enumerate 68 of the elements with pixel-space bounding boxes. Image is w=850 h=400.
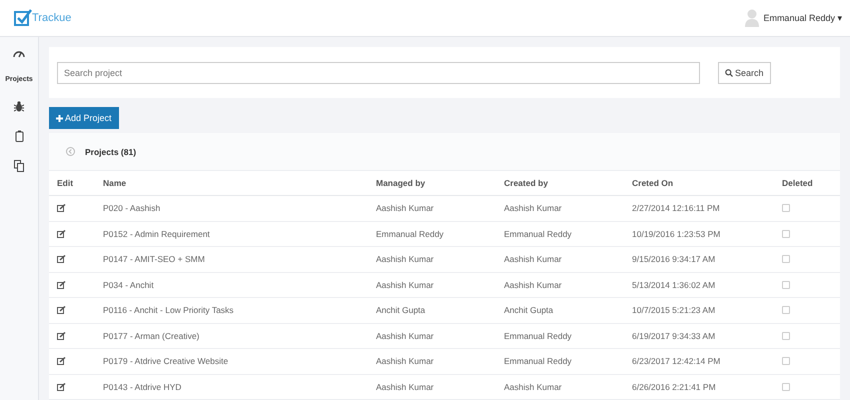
column-header: Edit (49, 171, 95, 196)
table-cell: P034 - Anchit (95, 272, 368, 298)
column-header: Created by (496, 171, 624, 196)
deleted-checkbox[interactable] (782, 255, 790, 264)
table-cell: Anchit Gupta (368, 298, 496, 323)
table-cell: P0179 - Atdrive Creative Website (95, 348, 368, 374)
table-cell: Aashish Kumar (368, 374, 496, 400)
column-header: Deleted (774, 171, 840, 196)
deleted-checkbox[interactable] (782, 332, 790, 340)
deleted-checkbox[interactable] (782, 204, 790, 212)
edit-icon[interactable] (57, 280, 66, 289)
edit-icon[interactable] (57, 332, 66, 340)
table-cell: Aashish Kumar (368, 196, 496, 221)
deleted-checkbox[interactable] (782, 357, 790, 366)
edit-icon[interactable] (57, 382, 66, 391)
table-cell: 10/7/2015 5:21:23 AM (624, 298, 774, 323)
deleted-checkbox[interactable] (782, 230, 790, 238)
clipboard-icon[interactable] (14, 130, 24, 142)
add-project-button[interactable]: Add Project (49, 107, 119, 129)
gauge-icon[interactable] (13, 50, 25, 58)
edit-icon[interactable] (57, 306, 66, 314)
table-cell: 2/27/2014 12:16:11 PM (624, 196, 774, 221)
search-button[interactable]: Search (718, 62, 771, 84)
edit-icon[interactable] (57, 204, 66, 212)
checkbox-logo-icon (14, 9, 32, 27)
table-cell: Aashish Kumar (496, 272, 624, 298)
table-cell: Anchit Gupta (496, 298, 624, 323)
column-header: Creted On (624, 171, 774, 196)
edit-icon[interactable] (57, 230, 66, 238)
table-cell: 9/15/2016 9:34:17 AM (624, 246, 774, 272)
panel-title: Projects (81) (85, 146, 136, 156)
table-cell: 6/19/2017 9:34:33 AM (624, 323, 774, 348)
table-cell: Aashish Kumar (368, 323, 496, 348)
table-cell: P0116 - Anchit - Low Priority Tasks (95, 298, 368, 323)
table-cell: Emmanual Reddy (496, 323, 624, 348)
user-menu[interactable]: Emmanual Reddy ▾ (763, 12, 842, 24)
table-cell: Emmanual Reddy (368, 221, 496, 246)
search-icon (725, 68, 733, 76)
table-cell: 6/26/2016 2:21:41 PM (624, 374, 774, 400)
deleted-checkbox[interactable] (782, 306, 790, 314)
table-cell: Aashish Kumar (368, 348, 496, 374)
deleted-checkbox[interactable] (782, 280, 790, 289)
table-cell: P0177 - Arman (Creative) (95, 323, 368, 348)
user-avatar-icon (745, 9, 760, 27)
bug-icon[interactable] (14, 101, 24, 112)
table-cell: Aashish Kumar (496, 374, 624, 400)
table-cell: Aashish Kumar (496, 196, 624, 221)
edit-icon[interactable] (57, 255, 66, 264)
edit-icon[interactable] (57, 357, 66, 366)
table-cell: Aashish Kumar (496, 246, 624, 272)
table-cell: P0143 - Atdrive HYD (95, 374, 368, 400)
table-cell: 10/19/2016 1:23:53 PM (624, 221, 774, 246)
search-field[interactable]: Search project (57, 62, 700, 84)
plus-icon (56, 114, 63, 122)
table-cell: Emmanual Reddy (496, 348, 624, 374)
table-cell: 6/23/2017 12:42:14 PM (624, 348, 774, 374)
column-header: Name (95, 171, 368, 196)
copy-icon[interactable] (14, 160, 24, 172)
logo-text: Trackue (32, 12, 72, 24)
table-cell: Aashish Kumar (368, 246, 496, 272)
deleted-checkbox[interactable] (782, 382, 790, 391)
table-cell: Aashish Kumar (368, 272, 496, 298)
table-cell: Emmanual Reddy (496, 221, 624, 246)
table-cell: P020 - Aashish (95, 196, 368, 221)
table-cell: P0152 - Admin Requirement (95, 221, 368, 246)
table-cell: 5/13/2014 1:36:02 AM (624, 272, 774, 298)
table-cell: P0147 - AMIT-SEO + SMM (95, 246, 368, 272)
column-header: Managed by (368, 171, 496, 196)
